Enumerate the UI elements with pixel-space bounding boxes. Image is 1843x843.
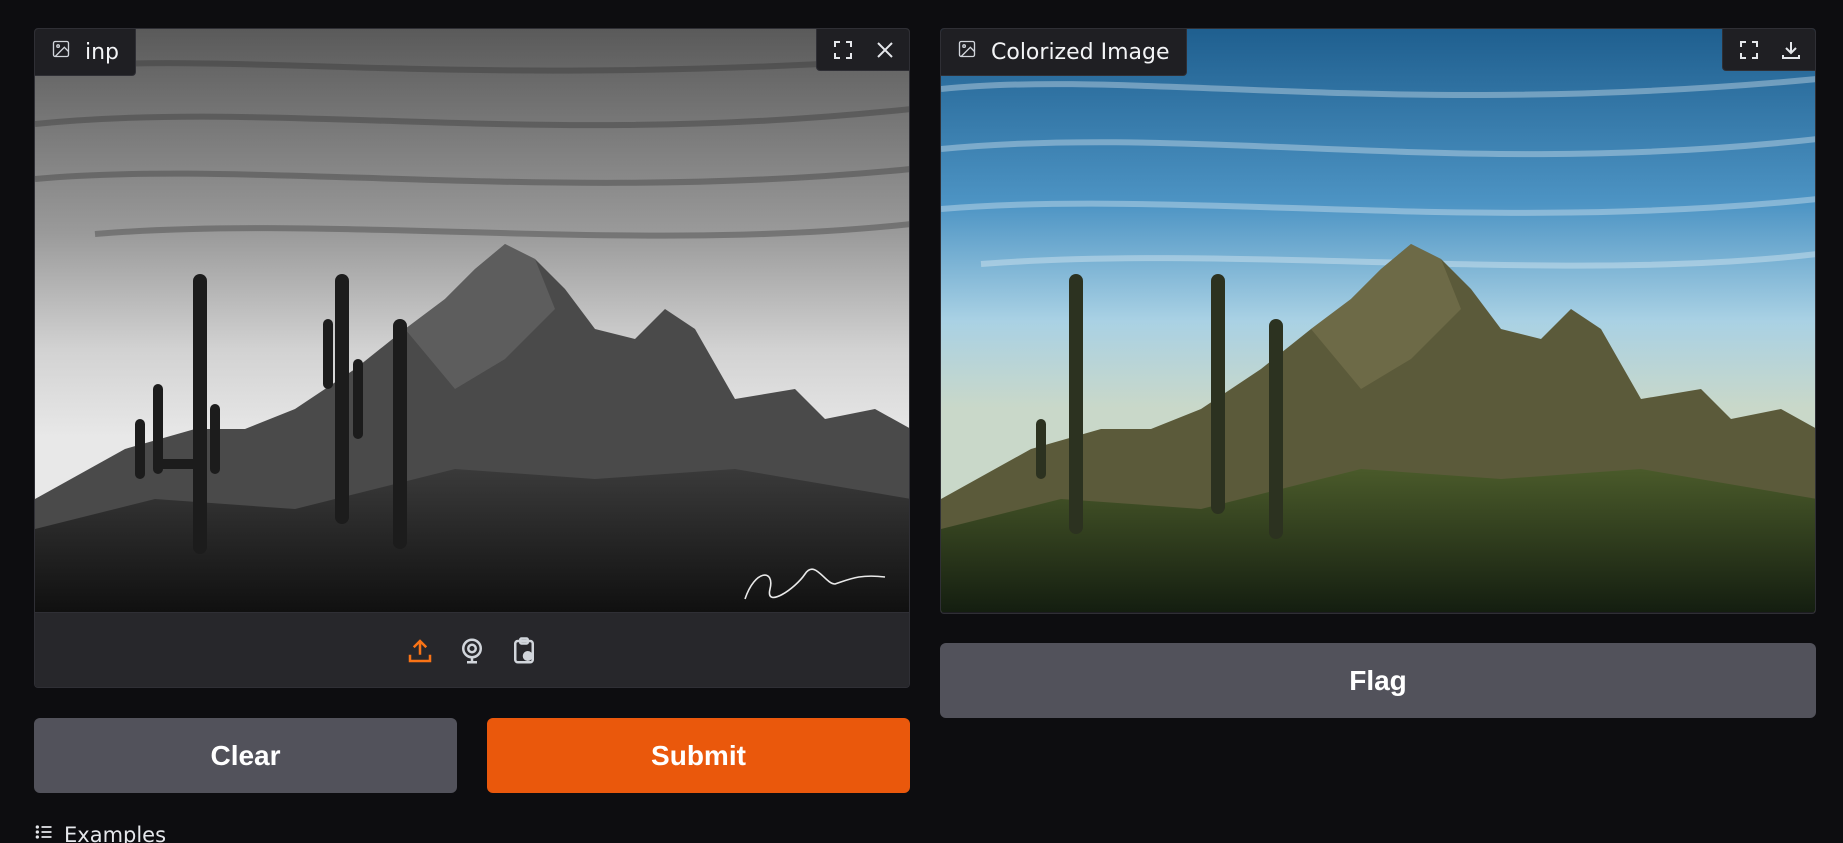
- input-image-bw-landscape: [35, 29, 909, 612]
- output-image-colorized-landscape: [941, 29, 1815, 612]
- webcam-icon[interactable]: [456, 635, 488, 667]
- flag-button[interactable]: Flag: [940, 643, 1816, 718]
- fullscreen-icon[interactable]: [827, 34, 859, 66]
- download-icon[interactable]: [1775, 34, 1807, 66]
- input-corner-tools: [816, 29, 909, 71]
- close-icon[interactable]: [869, 34, 901, 66]
- output-label-tab: Colorized Image: [941, 29, 1187, 76]
- input-label-tab: inp: [35, 29, 137, 76]
- fullscreen-icon[interactable]: [1733, 34, 1765, 66]
- image-icon: [51, 39, 71, 65]
- source-selector-bar: [35, 612, 909, 687]
- clear-button[interactable]: Clear: [34, 718, 457, 793]
- input-image: [35, 29, 909, 612]
- output-corner-tools: [1722, 29, 1815, 71]
- upload-icon[interactable]: [404, 635, 436, 667]
- output-image-panel: Colorized Image: [940, 28, 1816, 614]
- output-image: [941, 29, 1815, 612]
- input-label: inp: [85, 39, 120, 65]
- input-image-panel[interactable]: inp: [34, 28, 910, 688]
- examples-header[interactable]: Examples: [34, 822, 166, 843]
- list-icon: [34, 822, 54, 843]
- clipboard-paste-icon[interactable]: [508, 635, 540, 667]
- examples-label: Examples: [64, 822, 167, 843]
- submit-button[interactable]: Submit: [487, 718, 910, 793]
- image-icon: [957, 39, 977, 65]
- output-label: Colorized Image: [991, 39, 1170, 65]
